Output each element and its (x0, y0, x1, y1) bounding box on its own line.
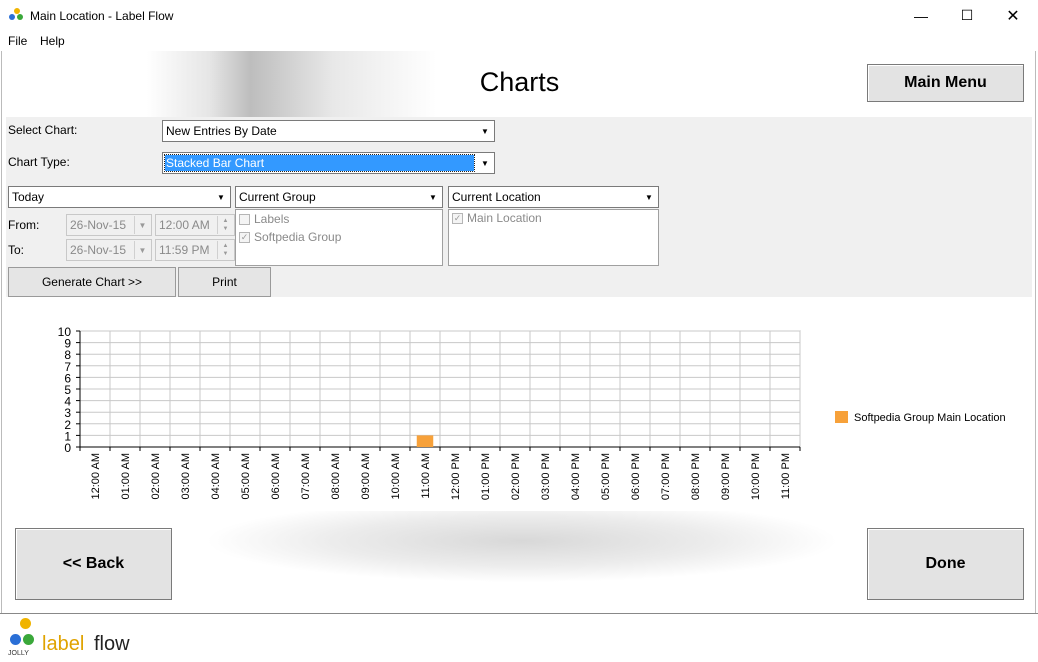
footer: JOLLY label flow (0, 613, 1038, 662)
period-dropdown[interactable]: Today ▼ (8, 186, 231, 208)
x-tick-label: 06:00 PM (630, 453, 642, 500)
back-button[interactable]: << Back (15, 528, 172, 600)
from-date-picker[interactable]: 26-Nov-15 ▼ (66, 214, 152, 236)
x-tick-label: 11:00 AM (420, 453, 432, 499)
logo-label-text: label (42, 633, 85, 655)
x-tick-label: 09:00 PM (720, 453, 732, 500)
to-date-picker[interactable]: 26-Nov-15 ▼ (66, 239, 152, 261)
spin-arrows-icon: ▲ ▼ (217, 241, 233, 259)
x-tick-label: 10:00 PM (750, 453, 762, 500)
to-label: To: (8, 243, 25, 257)
chart-type-label: Chart Type: (8, 155, 70, 169)
main-menu-button[interactable]: Main Menu (867, 64, 1024, 102)
x-tick-label: 01:00 PM (480, 453, 492, 500)
from-date-value: 26-Nov-15 (70, 218, 127, 232)
from-label: From: (8, 218, 40, 232)
location-item-label: Main Location (467, 211, 542, 225)
chevron-down-icon: ▼ (641, 188, 657, 206)
menu-bar: File Help (0, 31, 1038, 51)
to-time-value: 11:59 PM (159, 243, 210, 257)
checkbox[interactable] (239, 213, 250, 225)
x-tick-label: 06:00 AM (270, 453, 282, 499)
chevron-down-icon: ▼ (134, 216, 150, 234)
from-time-picker[interactable]: 12:00 AM ▲ ▼ (155, 214, 235, 236)
from-time-value: 12:00 AM (159, 218, 210, 232)
group-item-label: Softpedia Group (254, 230, 342, 244)
chart-type-value: Stacked Bar Chart (164, 154, 475, 172)
x-tick-label: 02:00 AM (150, 453, 162, 499)
location-dropdown[interactable]: Current Location ▼ (448, 186, 659, 208)
chevron-down-icon: ▼ (425, 188, 441, 206)
chevron-down-icon: ▼ (477, 154, 493, 172)
done-button[interactable]: Done (867, 528, 1024, 600)
chart-controls: Select Chart: New Entries By Date ▼ Char… (6, 117, 1032, 297)
main-panel: Charts Main Menu Select Chart: New Entri… (1, 51, 1036, 613)
menu-file[interactable]: File (8, 34, 27, 48)
y-tick-label: 10 (58, 325, 72, 339)
x-tick-label: 05:00 AM (240, 453, 252, 499)
group-list: Labels ✓ Softpedia Group (235, 209, 443, 266)
bar-chart: 01234567891012:00 AM 01:00 AM 02:00 AM 03:0… (58, 325, 1006, 500)
x-tick-label: 07:00 AM (300, 453, 312, 499)
x-tick-label: 10:00 AM (390, 453, 402, 499)
group-item-softpedia[interactable]: ✓ Softpedia Group (239, 230, 341, 244)
bar (416, 435, 434, 447)
app-icon (9, 8, 25, 22)
to-date-value: 26-Nov-15 (70, 243, 127, 257)
select-chart-value: New Entries By Date (166, 124, 277, 138)
x-tick-label: 08:00 PM (690, 453, 702, 500)
chevron-down-icon: ▼ (134, 241, 150, 259)
x-tick-label: 07:00 PM (660, 453, 672, 500)
group-item-labels[interactable]: Labels (239, 212, 289, 226)
to-time-picker[interactable]: 11:59 PM ▲ ▼ (155, 239, 235, 261)
group-item-label: Labels (254, 212, 290, 226)
x-tick-label: 03:00 PM (540, 453, 552, 500)
x-tick-label: 11:00 PM (780, 453, 792, 499)
x-tick-label: 12:00 PM (450, 453, 462, 500)
minimize-button[interactable]: — (898, 0, 944, 31)
chevron-down-icon: ▼ (213, 188, 229, 206)
legend-swatch (835, 411, 848, 423)
x-tick-label: 04:00 PM (570, 453, 582, 500)
logo-jolly-text: JOLLY (8, 650, 29, 657)
location-list: ✓ Main Location (448, 209, 659, 266)
legend-label: Softpedia Group Main Location (854, 412, 1006, 424)
x-tick-label: 12:00 AM (90, 453, 102, 499)
window-title: Main Location - Label Flow (30, 9, 174, 23)
group-value: Current Group (239, 190, 316, 204)
print-button[interactable]: Print (178, 267, 271, 297)
location-value: Current Location (452, 190, 541, 204)
logo-flow-text: flow (94, 633, 130, 655)
maximize-button[interactable]: ☐ (944, 0, 990, 31)
x-tick-label: 05:00 PM (600, 453, 612, 500)
period-value: Today (12, 190, 45, 204)
checkbox-checked[interactable]: ✓ (239, 231, 250, 243)
checkbox-checked[interactable]: ✓ (452, 212, 463, 224)
x-tick-label: 02:00 PM (510, 453, 522, 500)
x-tick-label: 08:00 AM (330, 453, 342, 499)
x-tick-label: 01:00 AM (120, 453, 132, 499)
x-tick-label: 03:00 AM (180, 453, 192, 499)
spin-arrows-icon: ▲ ▼ (217, 216, 233, 234)
location-item-main[interactable]: ✓ Main Location (452, 211, 542, 225)
chart-type-dropdown[interactable]: Stacked Bar Chart ▼ (162, 152, 495, 174)
generate-chart-button[interactable]: Generate Chart >> (8, 267, 176, 297)
x-tick-label: 09:00 AM (360, 453, 372, 499)
select-chart-label: Select Chart: (8, 123, 78, 137)
select-chart-dropdown[interactable]: New Entries By Date ▼ (162, 120, 495, 142)
close-button[interactable]: ✕ (990, 0, 1036, 31)
chevron-down-icon: ▼ (477, 122, 493, 140)
menu-help[interactable]: Help (40, 34, 65, 48)
chart-area: 0 1 2 3 4 5 6 7 8 9 10 12:00 AM 01:00 AM 02:00 AM 03:0… (2, 297, 1035, 523)
group-dropdown[interactable]: Current Group ▼ (235, 186, 443, 208)
x-tick-label: 04:00 AM (210, 453, 222, 499)
title-bar: Main Location - Label Flow — ☐ ✕ (0, 0, 1038, 31)
